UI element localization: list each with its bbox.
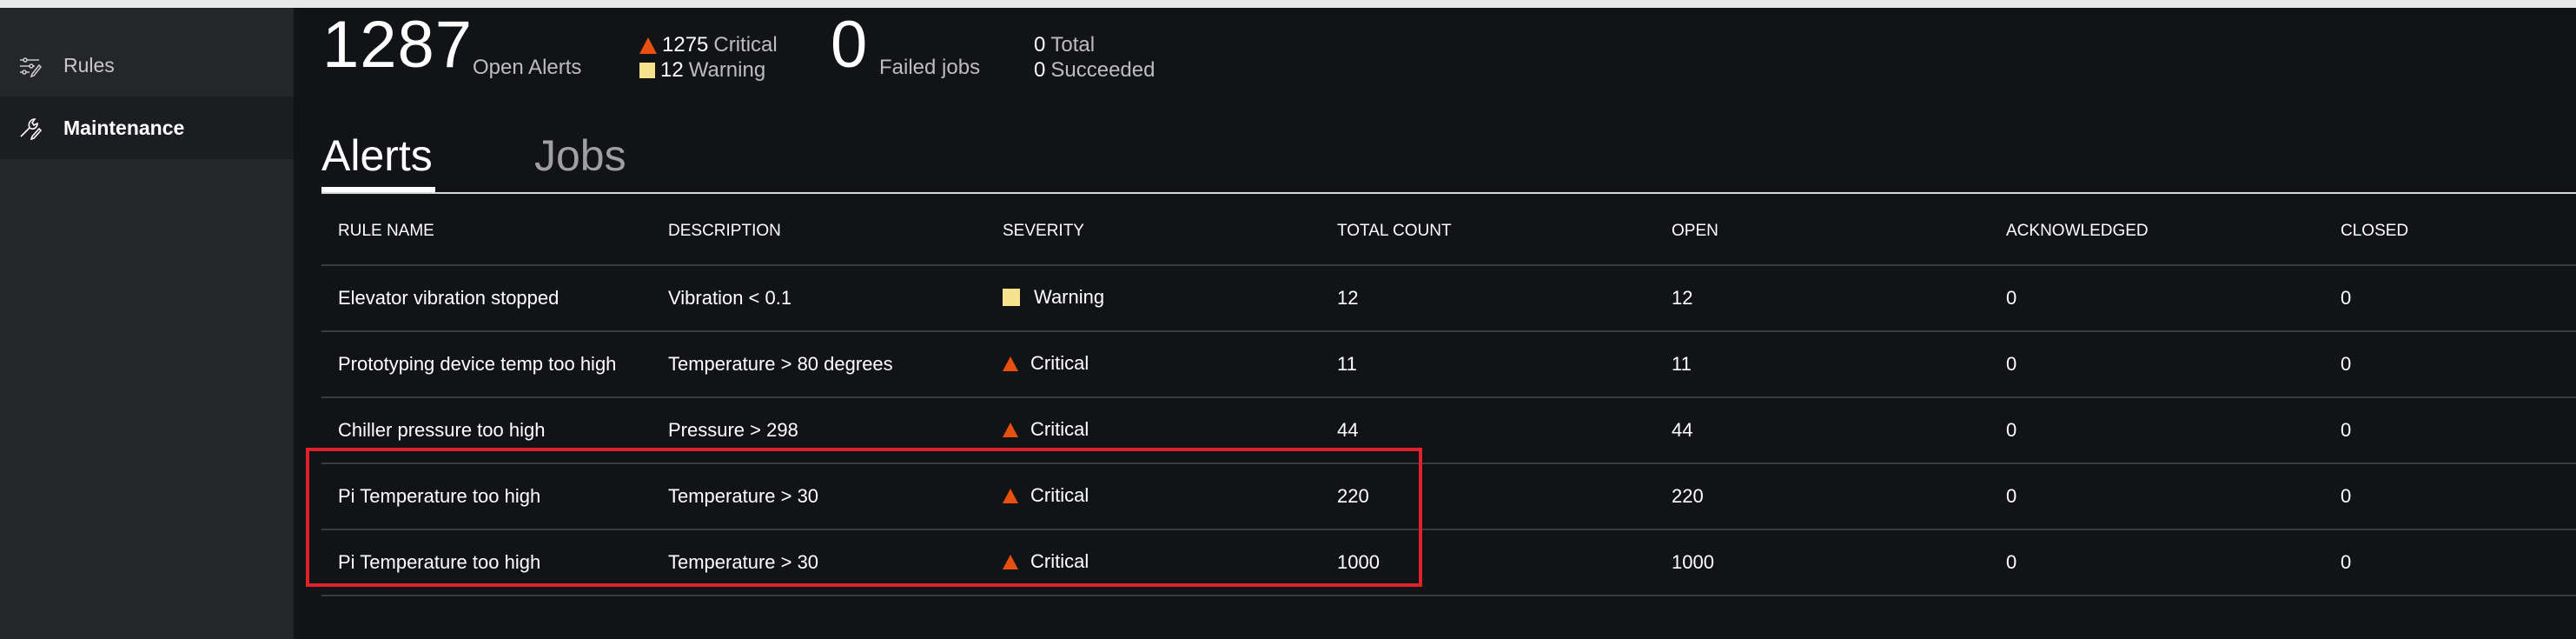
total-count: 0 bbox=[1034, 33, 1046, 57]
sidebar: Rules Maintenance bbox=[0, 8, 294, 639]
total-label: Total bbox=[1050, 33, 1096, 57]
cell-acknowledged: 0 bbox=[1990, 529, 2324, 596]
warning-count: 12 bbox=[660, 58, 684, 82]
table-row[interactable]: Elevator vibration stopped Vibration < 0… bbox=[321, 265, 2576, 332]
cell-severity: Critical bbox=[986, 331, 1321, 398]
warning-icon bbox=[1003, 288, 1020, 306]
warning-icon bbox=[639, 63, 655, 78]
column-header-severity[interactable]: SEVERITY bbox=[986, 198, 1321, 266]
sidebar-item-label: Maintenance bbox=[63, 116, 185, 139]
sidebar-item-label: Rules bbox=[63, 53, 115, 77]
cell-description: Vibration < 0.1 bbox=[652, 265, 986, 332]
column-header-description[interactable]: DESCRIPTION bbox=[652, 198, 986, 266]
cell-closed: 0 bbox=[2324, 397, 2576, 464]
severity-label: Critical bbox=[1030, 418, 1089, 441]
cell-rule-name: Elevator vibration stopped bbox=[321, 265, 652, 332]
cell-open: 12 bbox=[1655, 265, 1990, 332]
sidebar-item-maintenance[interactable]: Maintenance bbox=[0, 97, 294, 159]
cell-closed: 0 bbox=[2324, 265, 2576, 332]
rules-icon bbox=[20, 57, 42, 77]
column-header-open[interactable]: OPEN bbox=[1655, 198, 1990, 266]
cell-closed: 0 bbox=[2324, 331, 2576, 398]
column-header-closed[interactable]: CLOSED bbox=[2324, 198, 2576, 266]
tabs-divider bbox=[321, 192, 2576, 194]
critical-icon bbox=[1003, 422, 1018, 437]
highlight-box bbox=[306, 448, 1422, 587]
cell-total-count: 11 bbox=[1321, 331, 1655, 398]
table-header-row: RULE NAME DESCRIPTION SEVERITY TOTAL COU… bbox=[321, 198, 2576, 266]
severity-label: Critical bbox=[1030, 352, 1089, 375]
critical-icon bbox=[639, 37, 657, 54]
failed-jobs-count: 0 bbox=[831, 8, 869, 82]
open-alerts-label: Open Alerts bbox=[473, 56, 582, 79]
critical-label: Critical bbox=[713, 33, 778, 57]
cell-open: 11 bbox=[1655, 331, 1990, 398]
total-jobs-stat: 0 Total bbox=[1034, 33, 1095, 57]
critical-count: 1275 bbox=[662, 33, 709, 57]
cell-open: 44 bbox=[1655, 397, 1990, 464]
cell-open: 220 bbox=[1655, 463, 1990, 530]
cell-closed: 0 bbox=[2324, 463, 2576, 530]
succeeded-count: 0 bbox=[1034, 58, 1046, 82]
maintenance-icon bbox=[20, 118, 42, 140]
cell-acknowledged: 0 bbox=[1990, 397, 2324, 464]
cell-total-count: 12 bbox=[1321, 265, 1655, 332]
sidebar-item-rules[interactable]: Rules bbox=[0, 34, 294, 97]
cell-severity: Warning bbox=[986, 265, 1321, 332]
cell-closed: 0 bbox=[2324, 529, 2576, 596]
critical-icon bbox=[1003, 356, 1018, 371]
column-header-total-count[interactable]: TOTAL COUNT bbox=[1321, 198, 1655, 266]
cell-acknowledged: 0 bbox=[1990, 331, 2324, 398]
warning-stat: 12 Warning bbox=[639, 58, 765, 83]
column-header-rule-name[interactable]: RULE NAME bbox=[321, 198, 652, 266]
cell-rule-name: Prototyping device temp too high bbox=[321, 331, 652, 398]
cell-open: 1000 bbox=[1655, 529, 1990, 596]
column-header-acknowledged[interactable]: ACKNOWLEDGED bbox=[1990, 198, 2324, 266]
cell-acknowledged: 0 bbox=[1990, 265, 2324, 332]
open-alerts-count: 1287 bbox=[322, 8, 473, 82]
tab-jobs[interactable]: Jobs bbox=[534, 131, 626, 180]
table-row[interactable]: Prototyping device temp too high Tempera… bbox=[321, 331, 2576, 398]
tab-alerts[interactable]: Alerts bbox=[321, 131, 433, 180]
succeeded-label: Succeeded bbox=[1050, 58, 1156, 82]
succeeded-jobs-stat: 0 Succeeded bbox=[1034, 58, 1155, 83]
warning-label: Warning bbox=[688, 58, 766, 82]
failed-jobs-label: Failed jobs bbox=[879, 56, 981, 79]
cell-acknowledged: 0 bbox=[1990, 463, 2324, 530]
window-top-strip bbox=[0, 0, 2576, 8]
severity-label: Warning bbox=[1034, 285, 1105, 308]
critical-stat: 1275 Critical bbox=[639, 33, 778, 57]
cell-description: Temperature > 80 degrees bbox=[652, 331, 986, 398]
